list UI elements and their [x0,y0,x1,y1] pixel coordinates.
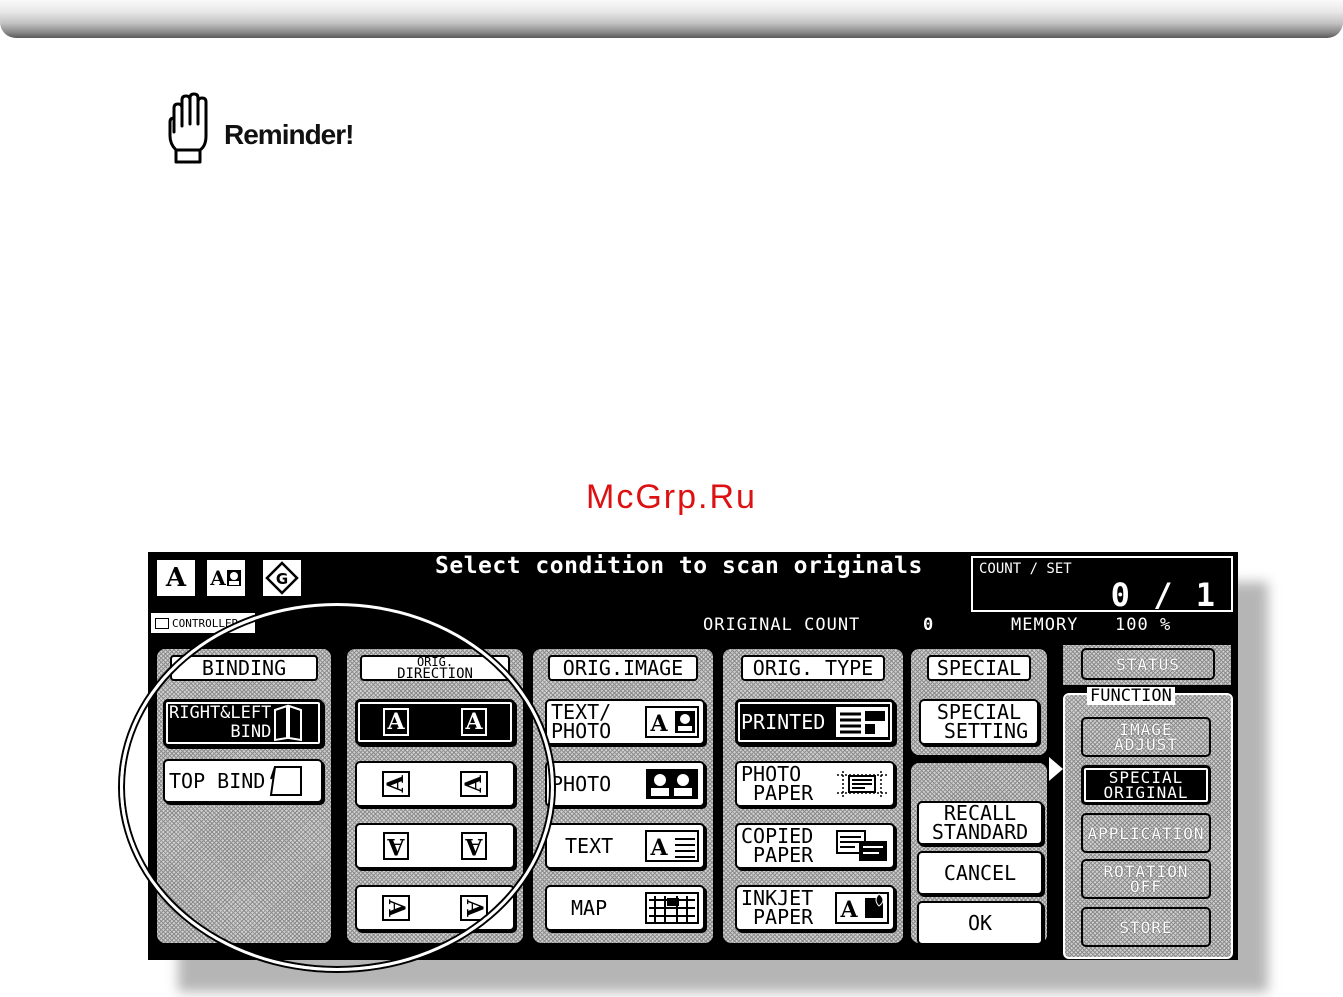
text-button[interactable]: TEXT A [545,823,705,869]
top-bind-button[interactable]: TOP BIND [163,759,323,803]
text-mode-icon[interactable]: A [155,558,197,598]
photo-paper-icon [837,771,887,797]
special-original-button[interactable]: SPECIAL ORIGINAL [1081,765,1211,805]
special-panel: SPECIAL SPECIAL SETTING [909,647,1049,757]
inkjet-paper-icon: A [835,892,889,924]
text-photo-button[interactable]: TEXT/ PHOTO A [545,699,705,745]
count-set-box: COUNT / SET 0 / 1 [971,556,1233,614]
orig-image-panel: ORIG.IMAGE TEXT/ PHOTO A PHOTO TEXT A MA… [531,647,715,945]
image-adjust-button[interactable]: IMAGE ADJUST [1081,717,1211,757]
orig-direction-header: ORIG. DIRECTION [360,655,510,681]
watermark-text: McGrp.Ru [586,478,757,516]
photo-icon [646,769,698,799]
special-header: SPECIAL [927,655,1031,681]
memory-value: 100 % [1115,615,1172,635]
printed-doc-icon [836,707,888,737]
book-bind-icon [274,704,303,742]
count-set-value: 0 / 1 [1110,576,1217,614]
orig-direction-panel: ORIG. DIRECTION A A A A A A A A [345,647,525,945]
svg-text:A: A [839,897,858,923]
rotated-left-a-icon: A [460,771,488,797]
reminder-note: Reminder! [166,92,354,164]
direction-left-button[interactable]: A A [355,761,515,807]
svg-text:G: G [276,570,288,588]
status-area: STATUS [1061,643,1233,687]
printed-button[interactable]: PRINTED [735,699,895,745]
direction-right-button[interactable]: A A [355,885,515,931]
rotated-right-a-icon: A [382,895,410,921]
top-header-bar [0,0,1343,38]
top-bind-icon [270,766,303,796]
photo-button[interactable]: PHOTO [545,761,705,807]
upright-a-icon: A [461,708,487,736]
photo-paper-button[interactable]: PHOTO PAPER [735,761,895,807]
upright-a-icon: A [383,708,409,736]
orig-type-header: ORIG. TYPE [741,655,885,681]
orig-image-header: ORIG.IMAGE [548,655,698,681]
inverted-a-icon: A [461,832,487,860]
status-button[interactable]: STATUS [1081,648,1215,680]
copied-paper-icon [836,830,887,861]
original-count-value: 0 [923,615,935,635]
inkjet-paper-button[interactable]: INKJET PAPER A [735,885,895,931]
ok-button[interactable]: OK [917,901,1043,945]
count-set-label: COUNT / SET [979,561,1072,577]
screen-title: Select condition to scan originals [435,553,923,579]
rotated-left-a-icon: A [382,771,410,797]
rotation-off-button[interactable]: ROTATION OFF [1081,859,1211,899]
direction-upright-button[interactable]: A A [355,699,515,745]
svg-text:A: A [649,835,668,861]
scan-settings-screen: A A G Select condition to scan originals… [148,552,1238,960]
application-button[interactable]: APPLICATION [1081,813,1211,853]
diamond-auto-icon: G [265,561,299,595]
store-button[interactable]: STORE [1081,907,1211,947]
orig-type-panel: ORIG. TYPE PRINTED PHOTO PAPER COPIED PA… [721,647,905,945]
controller-tab[interactable]: CONTROLLER [151,613,255,633]
special-actions-panel: RECALL STANDARD CANCEL OK [909,761,1049,945]
inverted-a-icon: A [383,832,409,860]
portrait-icon [226,570,241,586]
copied-paper-button[interactable]: COPIED PAPER [735,823,895,869]
text-photo-mode-icon[interactable]: A [205,558,247,598]
special-setting-button[interactable]: SPECIAL SETTING [919,699,1039,745]
controller-label: CONTROLLER [172,616,239,630]
memory-label: MEMORY [1011,615,1079,635]
direction-inverted-button[interactable]: A A [355,823,515,869]
svg-text:A: A [649,711,668,737]
binding-panel: BINDING RIGHT&LEFT BIND TOP BIND [155,647,333,945]
function-pointer-icon [1049,757,1063,781]
map-icon [645,892,699,924]
text-icon: A [645,830,699,862]
controller-icon [155,617,169,629]
map-button[interactable]: MAP [545,885,705,931]
binding-header: BINDING [170,655,318,681]
original-count-label: ORIGINAL COUNT [703,615,861,635]
function-label: FUNCTION [1087,687,1175,705]
recall-standard-button[interactable]: RECALL STANDARD [917,801,1043,845]
cancel-button[interactable]: CANCEL [917,851,1043,895]
right-left-bind-button[interactable]: RIGHT&LEFT BIND [163,699,323,747]
reminder-label: Reminder! [224,119,354,150]
rotated-right-a-icon: A [460,895,488,921]
text-photo-icon: A [645,706,699,738]
hand-stop-icon [168,92,208,164]
auto-mode-icon[interactable]: G [261,558,303,598]
